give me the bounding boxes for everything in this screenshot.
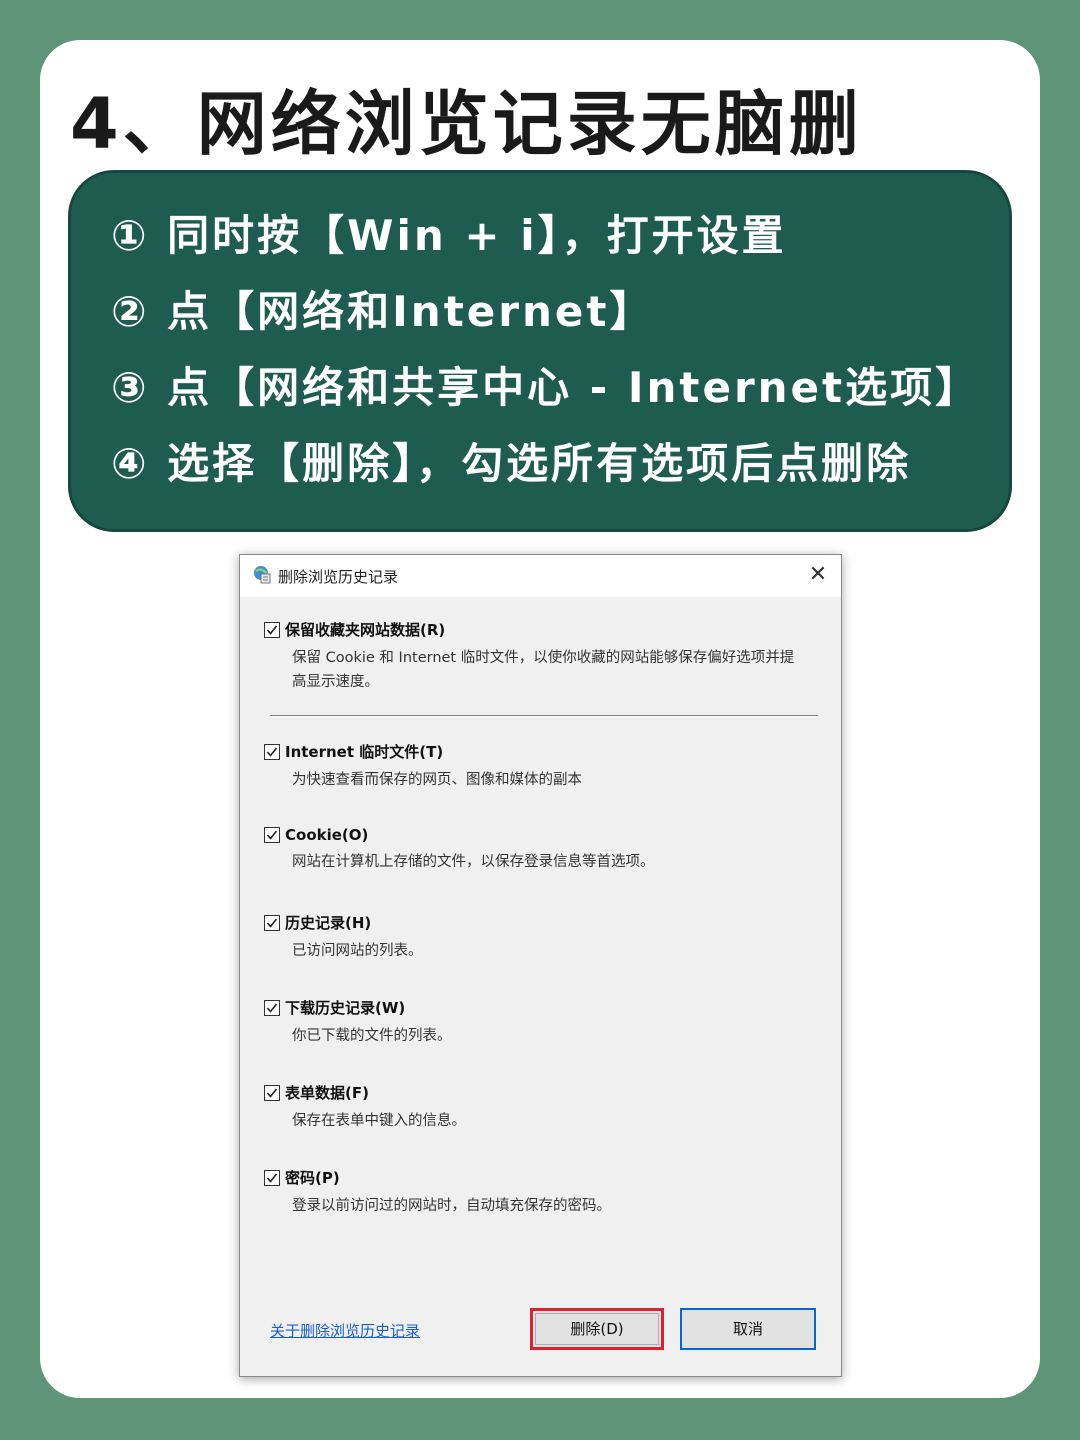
checkbox-passwords[interactable] — [264, 1169, 280, 1186]
page-title: 4、网络浏览记录无脑删 — [70, 83, 863, 165]
delete-history-dialog: 删除浏览历史记录 ✕ 保留收藏夹网站数据(R) 保留 Cookie 和 Inte… — [239, 554, 842, 1377]
separator — [270, 715, 818, 717]
delete-button-label: 删除(D) — [535, 1313, 659, 1345]
checkbox-temp-files[interactable] — [264, 743, 280, 760]
checkbox-form-data[interactable] — [264, 1084, 280, 1101]
option-temp-files[interactable]: Internet 临时文件(T) 为快速查看而保存的网页、图像和媒体的副本 — [264, 741, 802, 792]
option-label: 密码(P) — [285, 1169, 340, 1187]
about-delete-history-link[interactable]: 关于删除浏览历史记录 — [270, 1320, 420, 1341]
cancel-button[interactable]: 取消 — [680, 1308, 816, 1350]
option-description: 网站在计算机上存储的文件，以保存登录信息等首选项。 — [292, 854, 655, 870]
option-description: 保留 Cookie 和 Internet 临时文件，以使你收藏的网站能够保存偏好… — [292, 650, 795, 690]
checkbox-preserve-favorites[interactable] — [264, 621, 280, 638]
steps-panel: ① 同时按【Win + i】，打开设置 ② 点【网络和Internet】 ③ 点… — [68, 170, 1012, 532]
option-history[interactable]: 历史记录(H) 已访问网站的列表。 — [264, 912, 802, 963]
dialog-titlebar: 删除浏览历史记录 ✕ — [240, 555, 841, 597]
step-4: ④ 选择【删除】，勾选所有选项后点删除 — [111, 439, 912, 488]
option-description: 你已下载的文件的列表。 — [292, 1028, 452, 1044]
option-description: 已访问网站的列表。 — [292, 943, 423, 959]
checkbox-download-history[interactable] — [264, 999, 280, 1016]
option-description: 保存在表单中键入的信息。 — [292, 1113, 466, 1129]
dialog-title: 删除浏览历史记录 — [278, 568, 399, 586]
step-3: ③ 点【网络和共享中心 - Internet选项】 — [111, 363, 981, 412]
checkbox-history[interactable] — [264, 914, 280, 931]
internet-options-icon — [252, 564, 272, 584]
option-cookies[interactable]: Cookie(O) 网站在计算机上存储的文件，以保存登录信息等首选项。 — [264, 826, 802, 874]
delete-button[interactable]: 删除(D) — [530, 1308, 664, 1350]
option-label: Cookie(O) — [285, 826, 369, 844]
step-2: ② 点【网络和Internet】 — [111, 287, 655, 336]
option-description: 登录以前访问过的网站时，自动填充保存的密码。 — [292, 1198, 611, 1214]
option-download-history[interactable]: 下载历史记录(W) 你已下载的文件的列表。 — [264, 997, 802, 1048]
option-form-data[interactable]: 表单数据(F) 保存在表单中键入的信息。 — [264, 1082, 802, 1133]
option-preserve-favorites[interactable]: 保留收藏夹网站数据(R) 保留 Cookie 和 Internet 临时文件，以… — [264, 619, 802, 694]
option-label: 下载历史记录(W) — [285, 999, 406, 1017]
option-description: 为快速查看而保存的网页、图像和媒体的副本 — [292, 772, 582, 788]
option-label: 历史记录(H) — [285, 914, 372, 932]
option-label: Internet 临时文件(T) — [285, 743, 444, 761]
option-label: 表单数据(F) — [285, 1084, 369, 1102]
checkbox-cookies[interactable] — [264, 827, 280, 843]
step-1: ① 同时按【Win + i】，打开设置 — [111, 211, 787, 260]
option-label: 保留收藏夹网站数据(R) — [285, 621, 446, 639]
close-icon[interactable]: ✕ — [795, 555, 841, 595]
option-passwords[interactable]: 密码(P) 登录以前访问过的网站时，自动填充保存的密码。 — [264, 1167, 802, 1218]
